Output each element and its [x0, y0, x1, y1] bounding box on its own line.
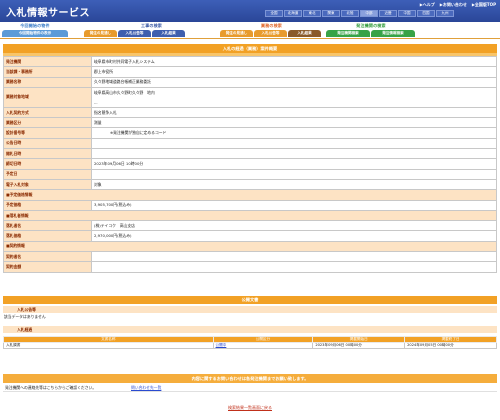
back-to-results-link[interactable]: 検索結果一覧画面に戻る: [228, 405, 272, 410]
section-row: ■契約情報: [3, 240, 497, 253]
back-link-wrap: 検索結果一覧画面に戻る: [0, 405, 500, 411]
area-line-2: ...: [94, 99, 98, 105]
notice-section-label: 入札公告等: [3, 306, 497, 313]
doc-end: 2024年09月05日 00時00分: [404, 342, 497, 349]
region-tab-kanto[interactable]: 関東: [322, 10, 340, 17]
region-tab-tohoku[interactable]: 東北: [303, 10, 321, 17]
detail-row: 業務名称 久々野地域道路台帳補正業務委託: [3, 76, 497, 88]
nav-button-construction-notice[interactable]: 入札公告等: [118, 30, 151, 37]
nav-button-new-items[interactable]: 今回開始物件の表示: [2, 30, 68, 37]
region-tab-hokkaido[interactable]: 北海道: [284, 10, 302, 17]
doc-name: 入札調書: [3, 342, 214, 349]
section-row: ■予定価格情報: [3, 189, 497, 201]
detail-row: 電子入札対象 対象: [3, 178, 497, 191]
detail-title: 入札の経過（業務）案件概要: [3, 44, 497, 53]
nav-group-agency: 発注機関の検索 発注機関検索 発注情報検索: [326, 23, 416, 37]
contact-row: 発注機関への連絡先等はこちらからご確認ください。 問い合わせ先一覧: [3, 383, 497, 392]
contact-text: 発注機関への連絡先等はこちらからご確認ください。: [5, 385, 97, 390]
main-nav: 今回開始の物件 今回開始物件の表示 工事の検索 発注の見通し 入札公告等 入札結…: [0, 22, 500, 38]
nav-button-construction-result[interactable]: 入札結果: [152, 30, 185, 37]
detail-row: 発注機関 岐阜県市町村共同電子入札システム: [3, 55, 497, 68]
detail-row: 予定価格 3,905,700円(税込み): [3, 199, 497, 211]
detail-table: 発注機関 岐阜県市町村共同電子入札システム 当該課・事務所 郡上市役所 業務名称 久々…: [3, 55, 497, 273]
detail-row: 予定日: [3, 168, 497, 180]
nav-button-services-notice[interactable]: 入札公告等: [254, 30, 287, 37]
detail-row: 契約者名: [3, 251, 497, 263]
doc-start: 2023年09月06日 00時00分: [312, 342, 406, 349]
doc-open-link[interactable]: 公開中: [216, 343, 227, 347]
detail-row: 当該課・事務所 郡上市役所: [3, 66, 497, 78]
region-tab-shikoku[interactable]: 四国: [417, 10, 435, 17]
contact-banner: 内容に関するお問い合わせは各発注機関までお願い致します。: [3, 374, 497, 383]
nav-button-services-result[interactable]: 入札結果: [288, 30, 321, 37]
nav-head-services: 業務の検索: [261, 23, 282, 28]
region-tabs: 全国 北海道 東北 関東 北陸 中部 近畿 中国 四国 九州: [265, 10, 454, 17]
result-docs-table: 文書名称 公開区分 掲載開始日 掲載終了日 入札調書 公開中 2023年09月0…: [3, 336, 497, 349]
nav-button-agency-search[interactable]: 発注機関検索: [326, 30, 370, 37]
region-tab-chugoku[interactable]: 中国: [398, 10, 416, 17]
contact-link[interactable]: ▶お問い合わせ: [440, 2, 467, 8]
nav-head-new: 今回開始の物件: [20, 23, 50, 28]
nav-head-construction: 工事の検索: [141, 23, 162, 28]
detail-row: 業務対象地域 岐阜県高山市久々野町久々野 地内...: [3, 86, 497, 108]
result-section-label: 入札経過: [3, 326, 497, 333]
region-tab-hokuriku[interactable]: 北陸: [341, 10, 359, 17]
national-top-link[interactable]: ▶全国版TOP: [472, 2, 496, 8]
detail-row: 落札価格 2,970,000円(税込み): [3, 230, 497, 242]
app-header: 入札情報サービス ▶ヘルプ ▶お問い合わせ ▶全国版TOP 全国 北海道 東北 …: [0, 0, 500, 22]
top-links: ▶ヘルプ ▶お問い合わせ ▶全国版TOP: [420, 2, 496, 8]
nav-button-services-outlook[interactable]: 発注の見通し: [220, 30, 253, 37]
detail-row: 開札日時: [3, 148, 497, 160]
detail-row: 設計番号等 ※発注機関が独自に定めるコード: [3, 127, 497, 139]
area-line-1: 岐阜県高山市久々野町久々野 地内: [94, 89, 155, 95]
nav-group-new: 今回開始の物件 今回開始物件の表示: [2, 23, 68, 37]
contact-list-link[interactable]: 問い合わせ先一覧: [131, 383, 161, 392]
region-tab-chubu[interactable]: 中部: [360, 10, 378, 17]
detail-row: 落札者名 (株)テイコク 高山支店: [3, 220, 497, 232]
detail-row: 入札契約方式 指名競争入札: [3, 106, 497, 119]
nav-button-construction-outlook[interactable]: 発注の見通し: [84, 30, 117, 37]
attachments-title: 公開文書: [3, 296, 497, 304]
notice-empty-text: 該当データはありません: [4, 314, 46, 319]
detail-row: 締切日時 2023年09月06日 10時00分: [3, 158, 497, 170]
table-row: 入札調書 公開中 2023年09月06日 00時00分 2024年09月05日 …: [3, 342, 497, 349]
region-tab-kinki[interactable]: 近畿: [379, 10, 397, 17]
nav-divider: [0, 38, 500, 39]
detail-row: 公告日時: [3, 137, 497, 150]
site-logo[interactable]: 入札情報サービス: [6, 4, 90, 19]
nav-button-order-search[interactable]: 発注情報検索: [371, 30, 415, 37]
help-link[interactable]: ▶ヘルプ: [420, 2, 435, 8]
region-tab-kyushu[interactable]: 九州: [436, 10, 454, 17]
section-row: ■落札者情報: [3, 209, 497, 222]
region-tab-national[interactable]: 全国: [265, 10, 283, 17]
detail-row: 契約金額: [3, 261, 497, 273]
nav-head-agency: 発注機関の検索: [356, 23, 386, 28]
nav-group-construction: 工事の検索 発注の見通し 入札公告等 入札結果: [84, 23, 219, 37]
nav-group-services: 業務の検索 発注の見通し 入札公告等 入札結果: [220, 23, 323, 37]
detail-row: 業務区分 測量: [3, 117, 497, 129]
